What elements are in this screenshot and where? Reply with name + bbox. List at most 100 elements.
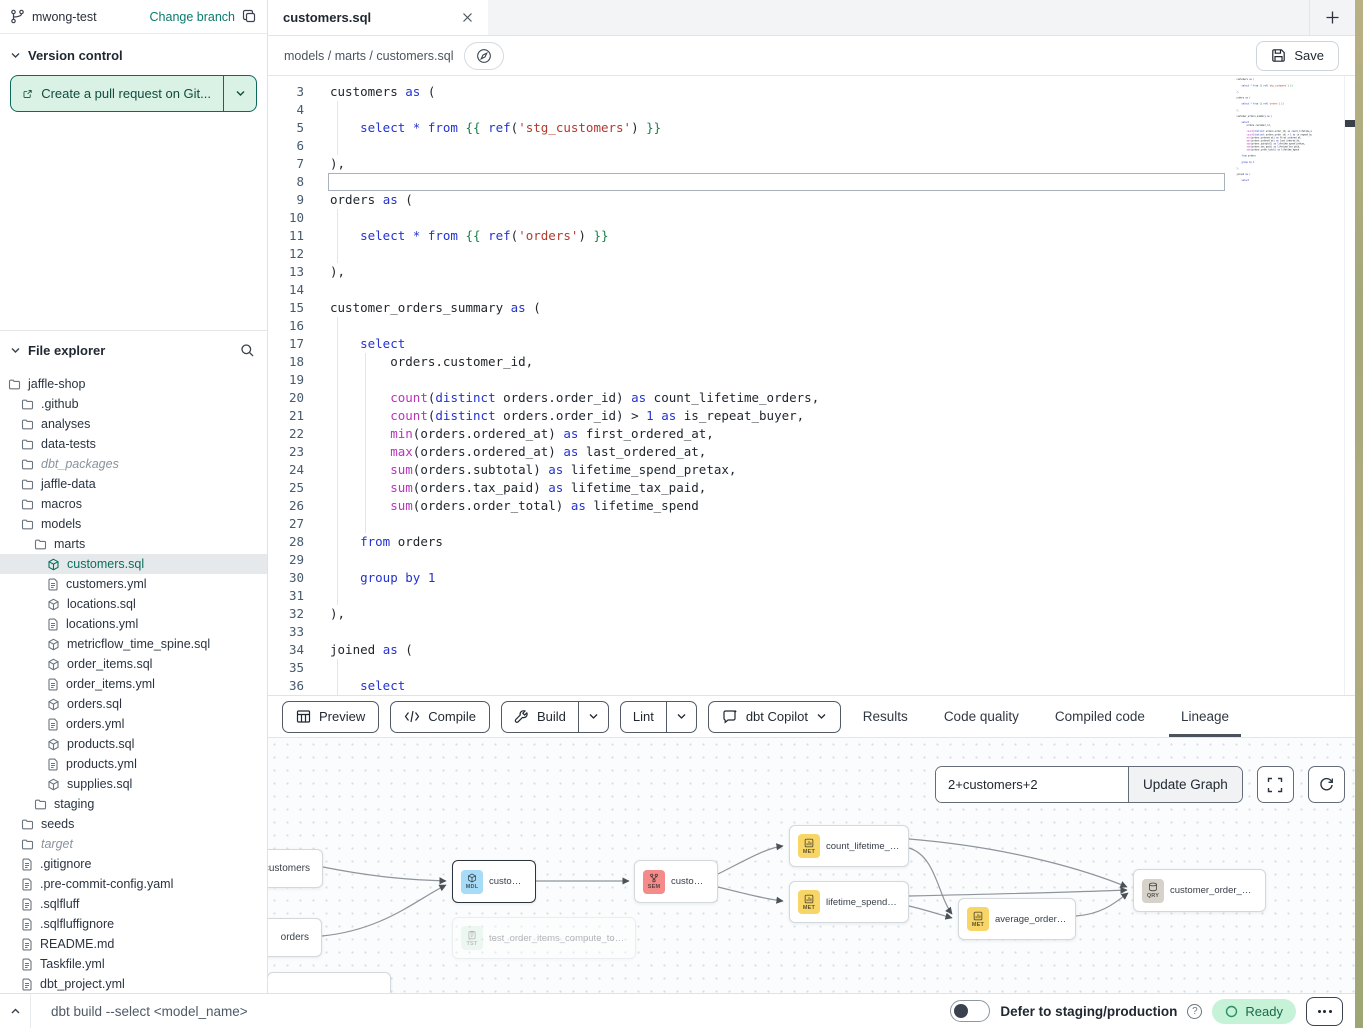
folder-icon [34, 538, 47, 551]
tab-compiled-code[interactable]: Compiled code [1055, 696, 1145, 737]
lineage-node-test-order-items-compute-to-bools-[interactable]: TSTtest_order_items_compute_to_bools... [452, 917, 636, 959]
defer-toggle[interactable] [950, 1000, 990, 1022]
lineage-canvas[interactable]: stg_customersorders MDLcustomers SEMcustom… [268, 737, 1355, 993]
node-label: stg_customers [268, 863, 310, 874]
tree-item-target[interactable]: target [0, 834, 267, 854]
tree-item-products-sql[interactable]: products.sql [0, 734, 267, 754]
tree-item--sqlfluff[interactable]: .sqlfluff [0, 894, 267, 914]
update-graph-button[interactable]: Update Graph [1128, 767, 1242, 802]
tree-item--gitignore[interactable]: .gitignore [0, 854, 267, 874]
lineage-node-orders[interactable]: orders [268, 918, 322, 957]
tree-item-label: .sqlfluff [40, 897, 79, 911]
tree-item-label: jaffle-shop [28, 377, 85, 391]
tree-item-jaffle-shop[interactable]: jaffle-shop [0, 374, 267, 394]
code-editor[interactable]: 3customers as (45 select * from {{ ref('… [268, 76, 1355, 695]
lineage-node-count-lifetime-orders[interactable]: METcount_lifetime_orders [789, 825, 909, 867]
tree-item-dbt-packages[interactable]: dbt_packages [0, 454, 267, 474]
tab-results[interactable]: Results [863, 696, 908, 737]
line-number: 28 [268, 533, 304, 551]
tree-item-metricflow-time-spine-sql[interactable]: metricflow_time_spine.sql [0, 634, 267, 654]
chevron-down-icon [588, 711, 599, 722]
tab-code-quality[interactable]: Code quality [944, 696, 1019, 737]
close-icon[interactable] [462, 12, 473, 23]
tree-item--pre-commit-config-yaml[interactable]: .pre-commit-config.yaml [0, 874, 267, 894]
copilot-icon [722, 709, 738, 724]
help-icon[interactable]: ? [1187, 1004, 1202, 1019]
lineage-node-lifetime-spend-pretax[interactable]: METlifetime_spend_pretax [789, 881, 909, 923]
tree-item-label: order_items.sql [67, 657, 152, 671]
collapse-panel-button[interactable] [0, 994, 31, 1028]
lineage-node-average-order-value[interactable]: METaverage_order_value [958, 898, 1076, 940]
tree-item-jaffle-data[interactable]: jaffle-data [0, 474, 267, 494]
tab-lineage[interactable]: Lineage [1181, 696, 1229, 737]
met-badge-icon: MET [798, 890, 820, 914]
tree-item-models[interactable]: models [0, 514, 267, 534]
tree-item-orders-yml[interactable]: orders.yml [0, 714, 267, 734]
lint-button-group: Lint [620, 701, 697, 733]
tab-customers-sql[interactable]: customers.sql [268, 0, 488, 35]
line-number: 12 [268, 245, 304, 263]
wrench-icon [514, 709, 529, 724]
create-pr-dropdown[interactable] [223, 76, 256, 111]
tree-item-supplies-sql[interactable]: supplies.sql [0, 774, 267, 794]
tree-item-order-items-yml[interactable]: order_items.yml [0, 674, 267, 694]
lineage-node-customers[interactable]: SEMcustomers [634, 860, 718, 903]
folder-icon [21, 818, 34, 831]
dbt-copilot-button[interactable]: dbt Copilot [708, 701, 841, 733]
tree-item-customers-sql[interactable]: customers.sql [0, 554, 267, 574]
tree-item-data-tests[interactable]: data-tests [0, 434, 267, 454]
search-icon[interactable] [240, 343, 255, 358]
tree-item-dbt-project-yml[interactable]: dbt_project.yml [0, 974, 267, 993]
create-pr-button[interactable]: Create a pull request on Git... [11, 76, 223, 111]
tree-item-macros[interactable]: macros [0, 494, 267, 514]
build-dropdown[interactable] [578, 702, 608, 732]
tree-item-readme-md[interactable]: README.md [0, 934, 267, 954]
tree-item-locations-sql[interactable]: locations.sql [0, 594, 267, 614]
build-button[interactable]: Build [502, 702, 578, 732]
dbt-cloud-ide: mwong-test Change branch Version control… [0, 0, 1363, 1028]
compile-button[interactable]: Compile [390, 701, 490, 733]
tree-item-locations-yml[interactable]: locations.yml [0, 614, 267, 634]
tree-item--github[interactable]: .github [0, 394, 267, 414]
file-explorer-header[interactable]: File explorer [0, 331, 267, 366]
refresh-button[interactable] [1308, 766, 1345, 803]
lint-button[interactable]: Lint [621, 702, 666, 732]
tree-item-order-items-sql[interactable]: order_items.sql [0, 654, 267, 674]
tree-item-orders-sql[interactable]: orders.sql [0, 694, 267, 714]
tree-item--sqlfluffignore[interactable]: .sqlfluffignore [0, 914, 267, 934]
tree-item-customers-yml[interactable]: customers.yml [0, 574, 267, 594]
preview-button[interactable]: Preview [282, 701, 379, 733]
panel-tabs: Results Code quality Compiled code Linea… [863, 696, 1229, 737]
scrollbar-thumb[interactable] [1345, 120, 1355, 127]
tree-item-marts[interactable]: marts [0, 534, 267, 554]
lineage-node-customer-order-metrics[interactable]: QRYcustomer_order_metrics [1133, 869, 1266, 912]
copy-branch-icon[interactable] [242, 9, 257, 24]
breadcrumb: models / marts / customers.sql [284, 49, 454, 63]
tree-item-label: products.sql [67, 737, 134, 751]
code-line-8: 8 [268, 173, 819, 191]
tree-item-products-yml[interactable]: products.yml [0, 754, 267, 774]
command-input[interactable]: dbt build --select <model_name> [31, 1004, 248, 1019]
lineage-selector-input[interactable] [936, 767, 1128, 802]
new-tab-button[interactable] [1309, 0, 1355, 35]
change-branch-link[interactable]: Change branch [150, 10, 235, 24]
editor-scrollbar[interactable] [1344, 76, 1355, 695]
line-number: 8 [268, 173, 304, 191]
lineage-node-customers[interactable]: MDLcustomers [452, 860, 536, 903]
lineage-node-partial[interactable] [268, 972, 391, 993]
tree-item-seeds[interactable]: seeds [0, 814, 267, 834]
lineage-node-stg-customers[interactable]: stg_customers [268, 849, 323, 888]
file-explorer: File explorer jaffle-shop .githubanalyses… [0, 330, 267, 993]
version-control-header[interactable]: Version control [0, 34, 267, 71]
save-button[interactable]: Save [1256, 41, 1339, 71]
tree-item-analyses[interactable]: analyses [0, 414, 267, 434]
docs-compass-button[interactable] [464, 42, 504, 70]
minimap[interactable]: 3customers as (45 select * from {{ ref('… [1232, 78, 1312, 590]
fullscreen-button[interactable] [1257, 766, 1294, 803]
lint-dropdown[interactable] [666, 702, 696, 732]
lint-label: Lint [633, 709, 654, 724]
fullscreen-icon [1267, 777, 1283, 793]
tree-item-taskfile-yml[interactable]: Taskfile.yml [0, 954, 267, 974]
tree-item-staging[interactable]: staging [0, 794, 267, 814]
more-options-button[interactable] [1306, 997, 1343, 1026]
